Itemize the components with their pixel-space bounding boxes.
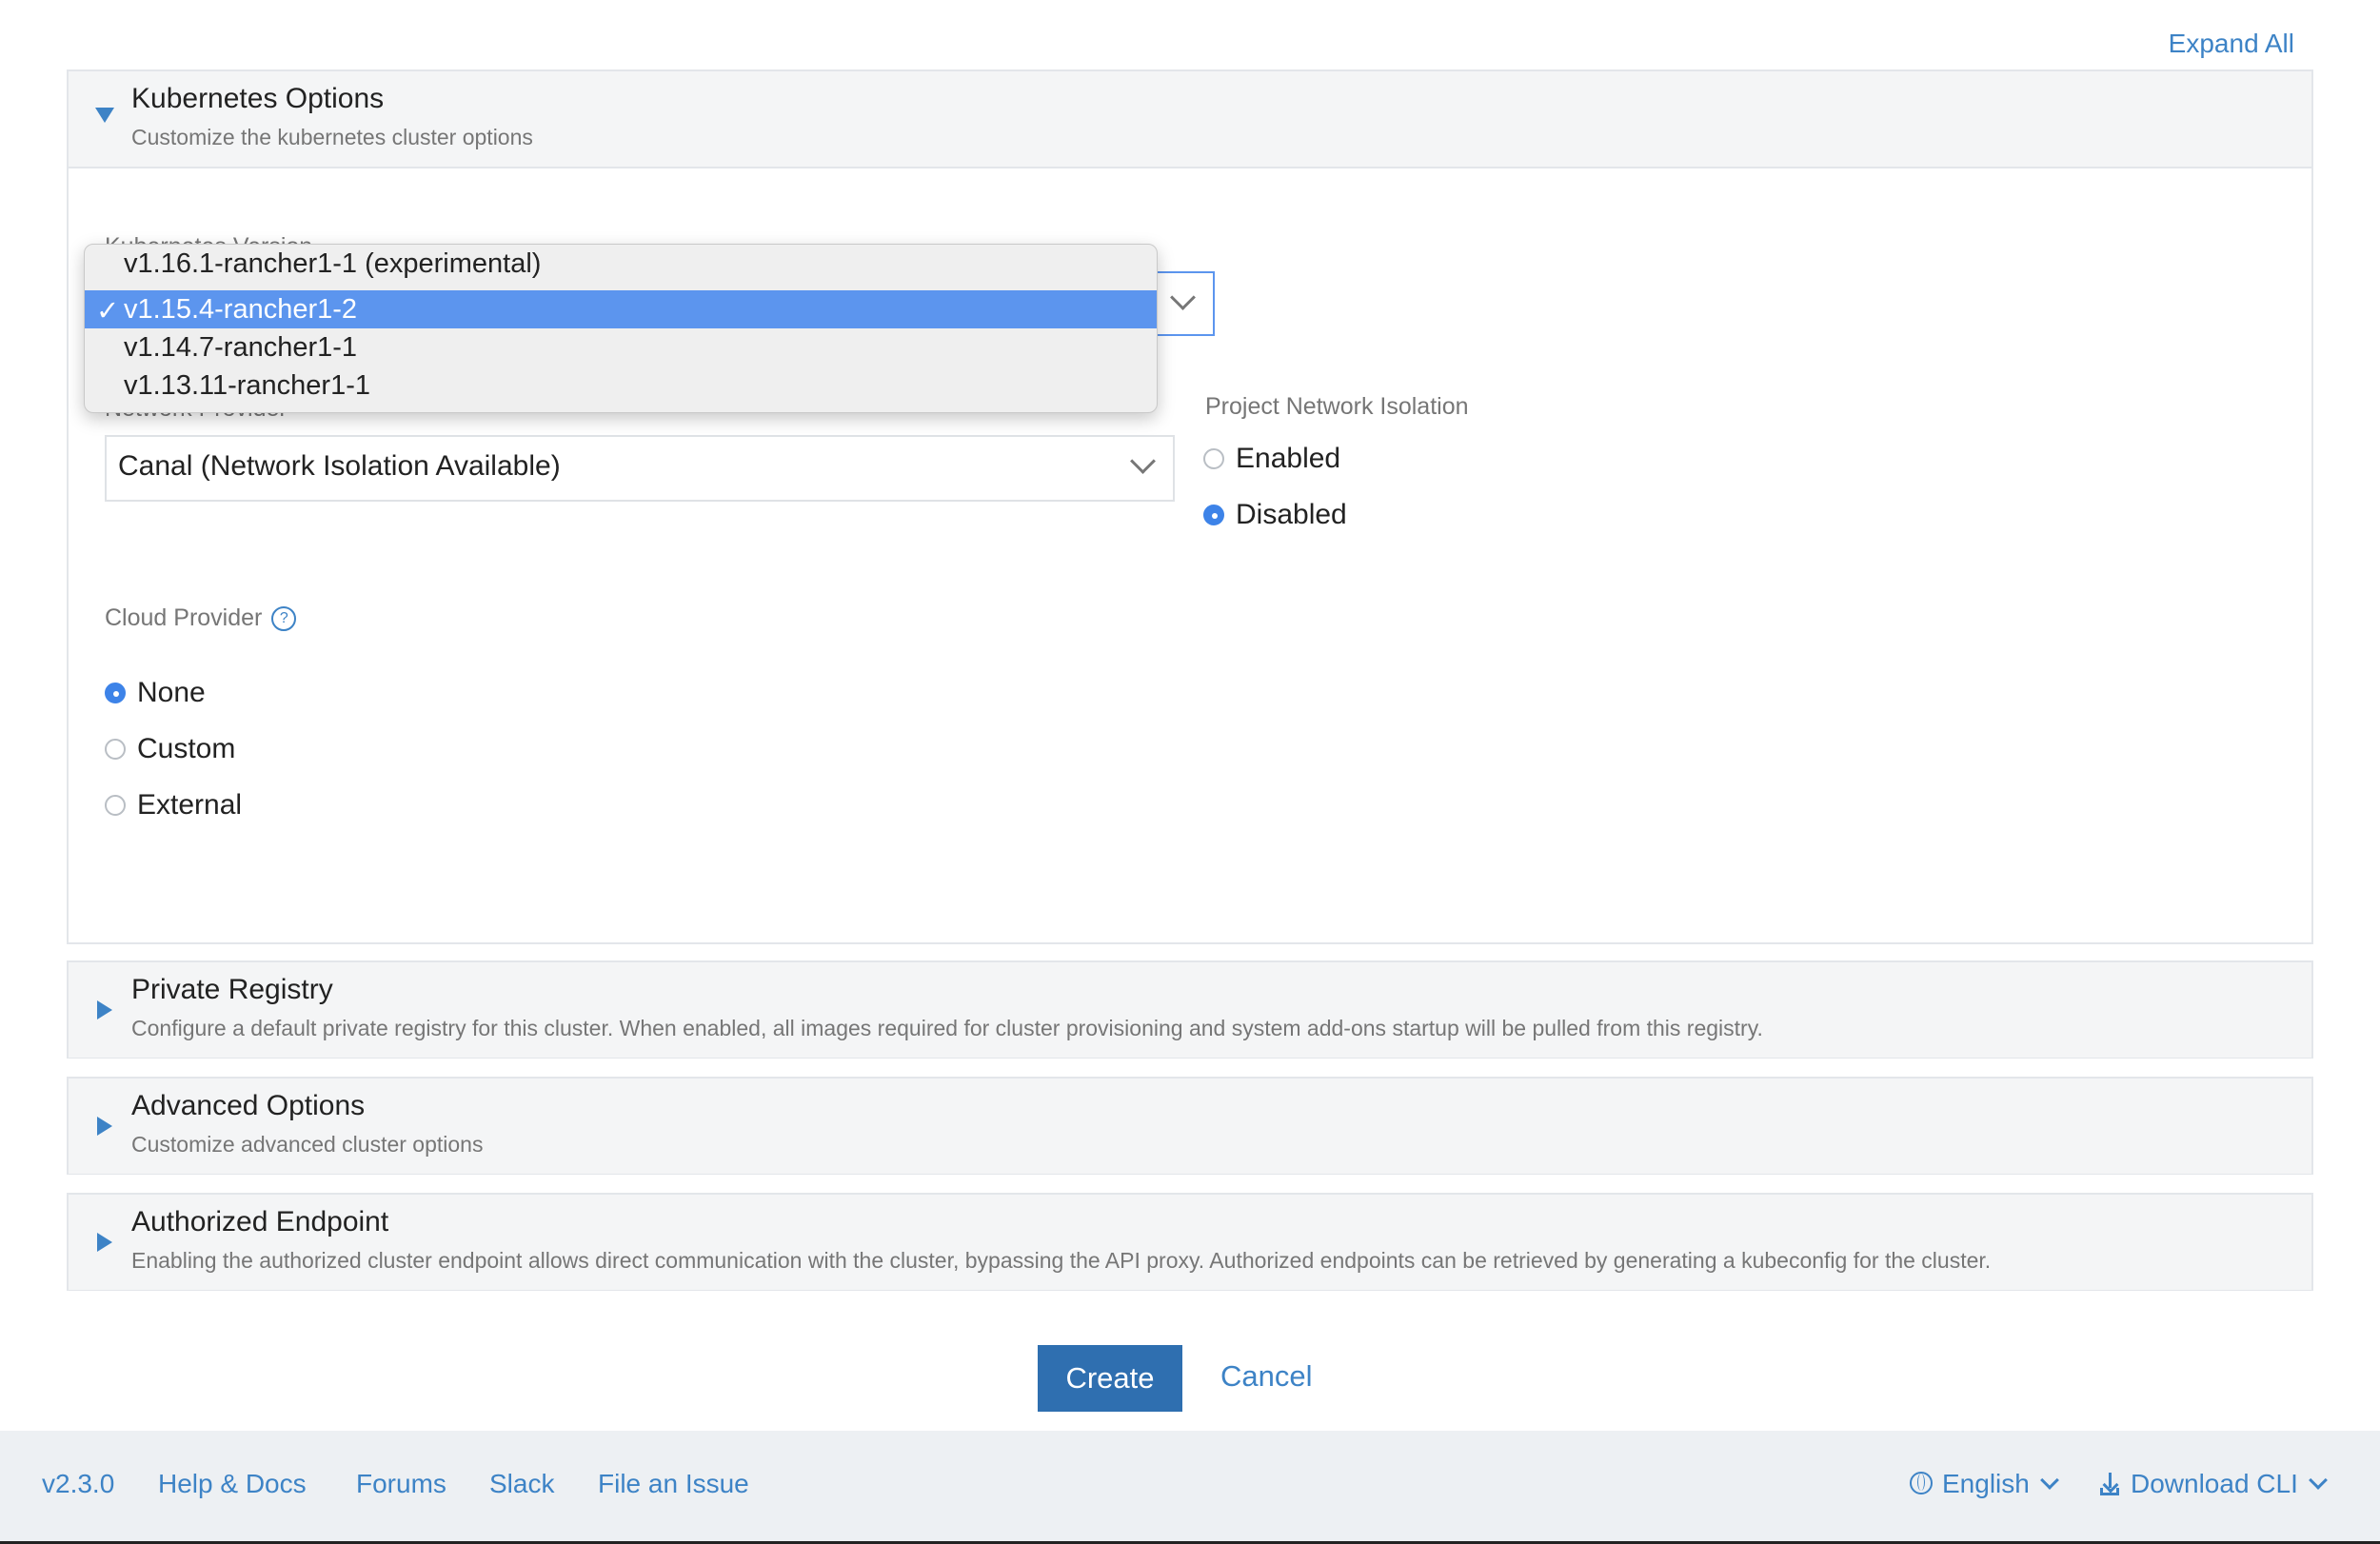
triangle-right-icon[interactable] <box>97 1000 112 1019</box>
create-button[interactable]: Create <box>1038 1345 1182 1412</box>
language-selector[interactable]: English <box>1910 1469 2059 1499</box>
kubernetes-options-description: Customize the kubernetes cluster options <box>131 125 533 149</box>
authorized-endpoint-accordion: Authorized Endpoint Enabling the authori… <box>67 1193 2313 1291</box>
advanced-options-title: Advanced Options <box>131 1090 366 1121</box>
project-network-isolation-label: Project Network Isolation <box>1205 393 1469 420</box>
download-cli-button[interactable]: Download CLI <box>2100 1469 2328 1499</box>
radio-button[interactable] <box>1203 505 1224 525</box>
isolation-disabled-radio[interactable]: Disabled <box>1203 499 1347 531</box>
cloud-provider-external-radio[interactable]: External <box>105 789 242 821</box>
network-provider-value: Canal (Network Isolation Available) <box>118 450 561 482</box>
file-issue-link[interactable]: File an Issue <box>598 1469 749 1499</box>
radio-button[interactable] <box>105 795 126 816</box>
kubernetes-version-dropdown: v1.16.1-rancher1-1 (experimental) ✓ v1.1… <box>84 244 1158 413</box>
triangle-right-icon[interactable] <box>97 1233 112 1252</box>
authorized-endpoint-header[interactable]: Authorized Endpoint Enabling the authori… <box>69 1195 2311 1290</box>
checkmark-icon: ✓ <box>96 296 120 327</box>
globe-icon <box>1910 1472 1933 1495</box>
cloud-provider-custom-radio[interactable]: Custom <box>105 733 235 765</box>
radio-button[interactable] <box>105 739 126 760</box>
help-docs-link[interactable]: Help & Docs <box>158 1469 307 1499</box>
chevron-down-icon <box>1170 285 1196 310</box>
advanced-options-accordion: Advanced Options Customize advanced clus… <box>67 1077 2313 1175</box>
download-icon <box>2100 1473 2121 1495</box>
authorized-endpoint-title: Authorized Endpoint <box>131 1206 389 1237</box>
expand-all-link[interactable]: Expand All <box>2169 29 2294 59</box>
version-option[interactable]: v1.13.11-rancher1-1 <box>85 366 1157 405</box>
private-registry-accordion: Private Registry Configure a default pri… <box>67 960 2313 1059</box>
radio-label: Disabled <box>1236 499 1347 530</box>
version-option-selected[interactable]: ✓ v1.15.4-rancher1-2 <box>85 290 1157 328</box>
cluster-options-page: Expand All Kubernetes Options Customize … <box>0 0 2380 1544</box>
radio-label: Custom <box>137 733 236 764</box>
language-label: English <box>1942 1469 2030 1498</box>
kubernetes-options-header[interactable]: Kubernetes Options Customize the kuberne… <box>69 71 2311 168</box>
private-registry-description: Configure a default private registry for… <box>131 1016 1763 1040</box>
radio-button[interactable] <box>105 683 126 703</box>
kubernetes-options-title: Kubernetes Options <box>131 83 385 114</box>
cloud-provider-label-text: Cloud Provider <box>105 604 263 631</box>
isolation-enabled-radio[interactable]: Enabled <box>1203 443 1340 475</box>
version-option[interactable]: v1.16.1-rancher1-1 (experimental) <box>85 245 1157 283</box>
slack-link[interactable]: Slack <box>489 1469 554 1499</box>
help-icon[interactable]: ? <box>271 606 297 632</box>
chevron-down-icon <box>2039 1471 2059 1490</box>
cloud-provider-none-radio[interactable]: None <box>105 677 206 709</box>
triangle-right-icon[interactable] <box>97 1117 112 1136</box>
authorized-endpoint-description: Enabling the authorized cluster endpoint… <box>131 1248 1992 1273</box>
version-link[interactable]: v2.3.0 <box>42 1469 114 1499</box>
triangle-down-icon[interactable] <box>95 108 114 123</box>
radio-label: None <box>137 677 206 708</box>
radio-label: External <box>137 789 243 821</box>
download-cli-label: Download CLI <box>2131 1469 2298 1498</box>
radio-button[interactable] <box>1203 448 1224 469</box>
private-registry-title: Private Registry <box>131 974 333 1005</box>
private-registry-header[interactable]: Private Registry Configure a default pri… <box>69 962 2311 1058</box>
chevron-down-icon <box>1130 448 1156 474</box>
version-option[interactable]: v1.14.7-rancher1-1 <box>85 328 1157 366</box>
advanced-options-header[interactable]: Advanced Options Customize advanced clus… <box>69 1079 2311 1174</box>
advanced-options-description: Customize advanced cluster options <box>131 1132 484 1157</box>
network-provider-select[interactable]: Canal (Network Isolation Available) <box>105 435 1175 502</box>
cancel-button[interactable]: Cancel <box>1220 1359 1313 1394</box>
footer: v2.3.0 Help & Docs Forums Slack File an … <box>0 1431 2380 1544</box>
forums-link[interactable]: Forums <box>356 1469 446 1499</box>
chevron-down-icon <box>2308 1471 2328 1490</box>
kubernetes-options-accordion: Kubernetes Options Customize the kuberne… <box>67 69 2313 944</box>
cloud-provider-label: Cloud Provider? <box>105 604 297 632</box>
radio-label: Enabled <box>1236 443 1341 474</box>
